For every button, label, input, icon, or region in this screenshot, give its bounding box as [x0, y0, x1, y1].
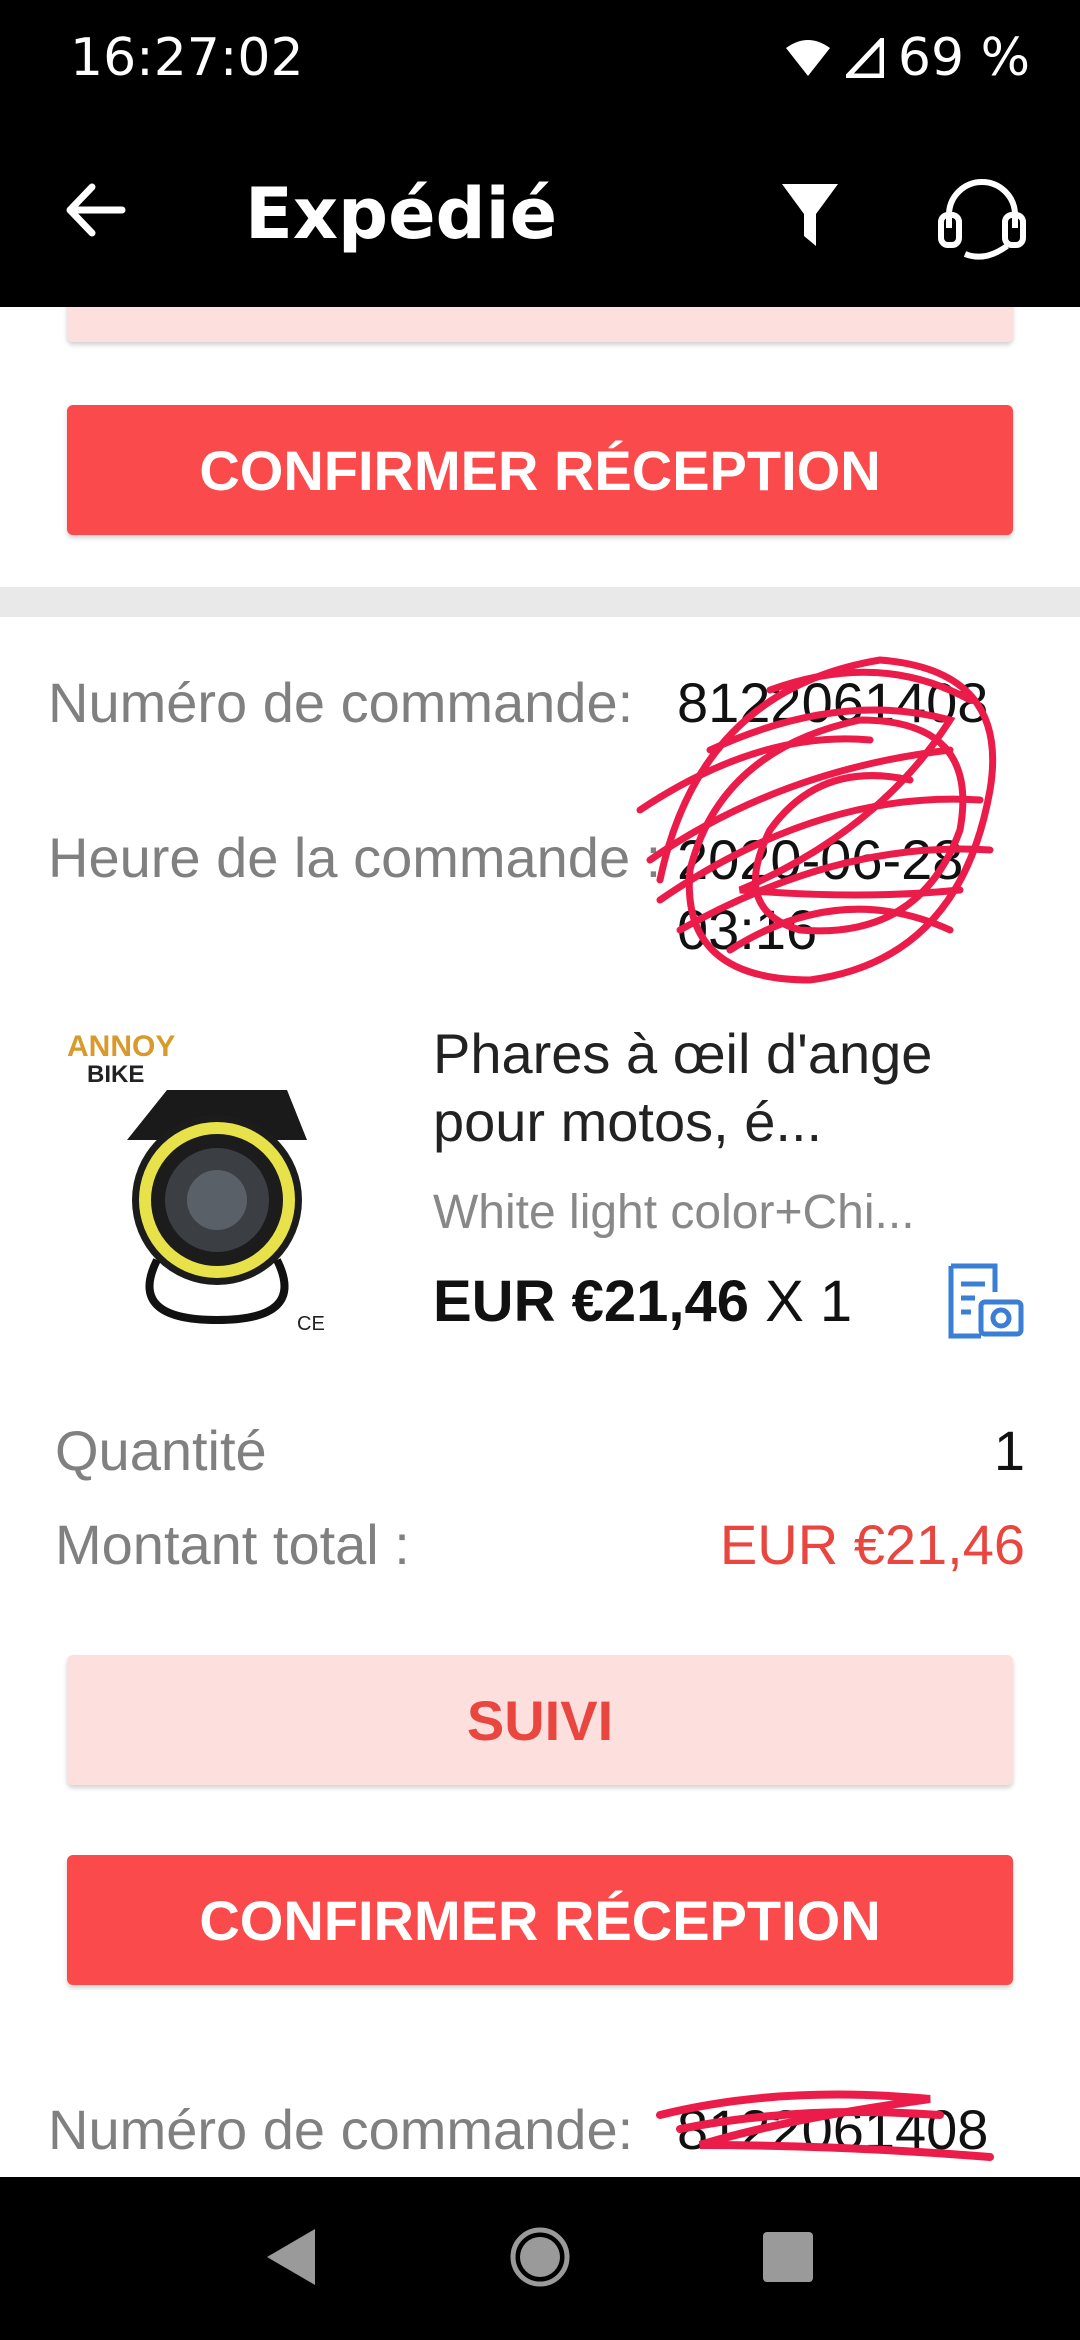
product-quantity-text: X 1 — [765, 1269, 853, 1334]
headset-support-icon[interactable] — [935, 170, 1030, 260]
signal-icon — [845, 38, 884, 78]
product-price-row: EUR €21,46 X 1 — [433, 1268, 852, 1335]
nav-home-icon[interactable] — [508, 2225, 572, 2289]
cert-marks: CE — [297, 1313, 325, 1335]
order-number-value: 8122061408 — [677, 671, 989, 734]
confirm-receipt-button-previous[interactable]: CONFIRMER RÉCEPTION — [67, 405, 1013, 535]
battery-percent: 69 % — [897, 28, 1030, 88]
product-variant: White light color+Chi... — [433, 1186, 915, 1239]
track-button[interactable]: SUIVI — [67, 1655, 1013, 1785]
total-label: Montant total : — [55, 1513, 410, 1576]
page-title: Expédié — [245, 173, 558, 255]
track-button-previous[interactable] — [67, 307, 1013, 342]
product-thumbnail[interactable]: ANNOY BIKE CE — [67, 1020, 397, 1350]
status-bar: 16:27:02 69 % — [0, 0, 1080, 125]
next-order-number-label: Numéro de commande: — [48, 2098, 634, 2161]
system-nav-bar — [0, 2177, 1080, 2340]
nav-recents-icon[interactable] — [762, 2231, 814, 2283]
receipt-camera-icon[interactable] — [945, 1262, 1025, 1340]
filter-icon[interactable] — [780, 180, 840, 250]
order-card-next: Numéro de commande: 8122061408 — [0, 2067, 1080, 2177]
order-time-value: 2020-06-28 03:16 — [677, 828, 964, 961]
order-time-label: Heure de la commande : — [48, 826, 662, 889]
status-time: 16:27:02 — [70, 28, 304, 88]
quantity-label: Quantité — [55, 1419, 267, 1482]
headlight-image: ANNOY BIKE CE — [67, 1030, 325, 1335]
order-card-previous: CONFIRMER RÉCEPTION — [0, 307, 1080, 587]
confirm-receipt-button[interactable]: CONFIRMER RÉCEPTION — [67, 1855, 1013, 1985]
order-number-label: Numéro de commande: — [48, 671, 634, 734]
status-icons: 69 % — [784, 28, 1030, 88]
total-value: EUR €21,46 — [719, 1513, 1025, 1576]
app-bar: Expédié — [0, 125, 1080, 307]
product-price: EUR €21,46 — [433, 1269, 749, 1334]
brand-logo: ANNOY — [67, 1030, 175, 1063]
brand-logo-bike: BIKE — [87, 1061, 144, 1088]
next-order-number-value: 8122061408 — [677, 2098, 989, 2161]
wifi-icon — [785, 40, 830, 76]
back-arrow-icon[interactable] — [60, 175, 130, 245]
product-name[interactable]: Phares à œil d'ange pour motos, é... — [433, 1020, 1033, 1156]
quantity-value: 1 — [993, 1419, 1025, 1482]
nav-back-icon[interactable] — [265, 2227, 317, 2287]
